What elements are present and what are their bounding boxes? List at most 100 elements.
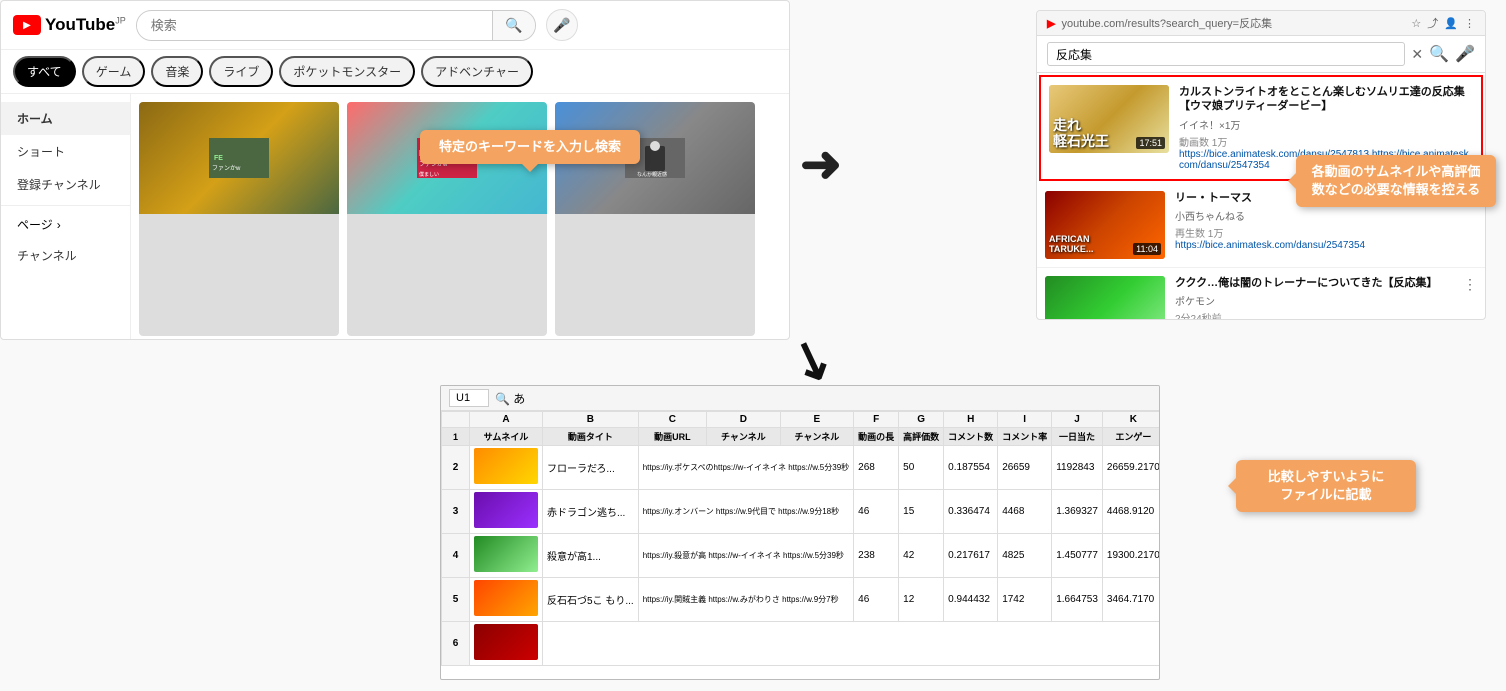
video-thumb-1[interactable]: FE ファンかw xyxy=(139,102,339,336)
row-2-thumb xyxy=(470,446,543,490)
col-e-header: E xyxy=(780,412,854,428)
tab-adventure[interactable]: アドベンチャー xyxy=(421,56,533,87)
yt-header: YouTubeJP 🔍 🎤 xyxy=(1,1,789,50)
row-2-val4: 1192843 xyxy=(1052,446,1103,490)
sr-search-input[interactable] xyxy=(1047,42,1405,66)
sr-result-title-3: ククク…俺は闇のトレーナーについてきた【反応集】 xyxy=(1175,276,1453,290)
spreadsheet-panel: 🔍 あ A B C D E F G H I J K L xyxy=(440,385,1160,680)
cell-ref-input[interactable] xyxy=(449,389,489,407)
col-i-label: コメント率 xyxy=(998,428,1052,446)
col-b-label: 動画タイト xyxy=(543,428,639,446)
bookmark-icon[interactable]: ☆ xyxy=(1411,17,1421,30)
row-4-thumb xyxy=(470,534,543,578)
row-4-val1: 42 xyxy=(899,534,944,578)
more-options-icon[interactable]: ⋮ xyxy=(1463,276,1477,293)
sidebar-item-page[interactable]: ページ › xyxy=(1,210,130,239)
col-g-label: 高評価数 xyxy=(899,428,944,446)
yt-favicon: ▶ xyxy=(1047,17,1055,30)
menu-icon[interactable]: ⋮ xyxy=(1464,17,1475,30)
sr-thumb-overlay-1: 走れ軽石光王 xyxy=(1053,118,1109,149)
tab-pokemon[interactable]: ポケットモンスター xyxy=(279,56,415,87)
yt-jp-suffix: JP xyxy=(115,15,126,25)
yt-body: ホーム ショート 登録チャンネル ページ › チャンネル FE ファンかw xyxy=(1,94,789,340)
row-6-thumb xyxy=(470,622,543,666)
search-icon[interactable]: 🔍 xyxy=(1429,44,1449,64)
video-thumbnail-1: FE ファンかw xyxy=(139,102,339,214)
yt-search-bar[interactable]: 🔍 xyxy=(136,10,536,41)
row-5-val4: 1.664753 xyxy=(1052,578,1103,622)
callout-info: 各動画のサムネイルや高評価数などの必要な情報を控える xyxy=(1296,155,1496,207)
svg-text:僕ましい: 僕ましい xyxy=(419,171,439,178)
svg-text:ファンかw: ファンかw xyxy=(212,165,241,172)
row-3-title: 赤ドラゴン逃ち... xyxy=(543,490,639,534)
thumb-mini-5 xyxy=(474,624,538,660)
col-h-label: コメント数 xyxy=(944,428,998,446)
col-d-header: D xyxy=(707,412,781,428)
tab-live[interactable]: ライブ xyxy=(209,56,273,87)
profile-icon[interactable]: 👤 xyxy=(1444,17,1458,30)
row-5-title: 反石石づ5こ もり... xyxy=(543,578,639,622)
sr-result-item-3[interactable]: ポケモント... ククク…俺は闇のトレーナーについてきた【反応集】 ポケモン 2… xyxy=(1037,268,1485,320)
data-header-row: 1 サムネイル 動画タイト 動画URL チャンネル チャンネル 動画の長 高評価… xyxy=(442,428,1160,446)
close-icon[interactable]: ✕ xyxy=(1411,46,1423,63)
sidebar-item-shorts[interactable]: ショート xyxy=(1,135,130,168)
mic-button[interactable]: 🎤 xyxy=(546,9,578,41)
row-4-title: 殺意が高1... xyxy=(543,534,639,578)
callout-info-text: 各動画のサムネイルや高評価数などの必要な情報を控える xyxy=(1312,164,1481,197)
col-k-label: エンゲー xyxy=(1102,428,1159,446)
sr-result-info-3: ククク…俺は闇のトレーナーについてきた【反応集】 ポケモン 2分24秒前 xyxy=(1175,276,1453,320)
row-3-duration: 46 xyxy=(854,490,899,534)
row-6-num: 6 xyxy=(442,622,470,666)
row-3-val3: 4468 xyxy=(998,490,1052,534)
address-bar: ▶ youtube.com/results?search_query=反応集 ☆… xyxy=(1037,11,1485,36)
sr-meta-1: 動画数 1万 xyxy=(1179,134,1473,149)
sidebar-page-label: ページ xyxy=(17,216,53,233)
search-input[interactable] xyxy=(137,12,493,39)
sr-search-bar: ✕ 🔍 🎤 xyxy=(1037,36,1485,73)
mic-icon[interactable]: 🎤 xyxy=(1455,44,1475,64)
sr-meta-2: 再生数 1万 xyxy=(1175,225,1477,240)
share-icon[interactable]: ⤴ xyxy=(1427,15,1438,31)
col-e-label: チャンネル xyxy=(780,428,854,446)
yt-logo-text: YouTubeJP xyxy=(45,15,126,35)
tab-all[interactable]: すべて xyxy=(13,56,76,87)
yt-sidebar: ホーム ショート 登録チャンネル ページ › チャンネル xyxy=(1,94,131,340)
search-button[interactable]: 🔍 xyxy=(492,11,534,40)
callout-search: 特定のキーワードを入力し検索 xyxy=(420,130,640,164)
col-a-label: サムネイル xyxy=(470,428,543,446)
row-5-num: 5 xyxy=(442,578,470,622)
ss-grid: A B C D E F G H I J K L M N O P Q xyxy=(441,411,1159,666)
sr-url-2: https://bice.animatesk.com/dansu/2547354 xyxy=(1175,240,1477,251)
table-row: 5 反石石づ5こ もり... https://iy.関賊主義 https://w… xyxy=(442,578,1160,622)
tab-music[interactable]: 音楽 xyxy=(151,56,203,87)
sidebar-item-subscriptions[interactable]: 登録チャンネル xyxy=(1,168,130,201)
row-5-val1: 12 xyxy=(899,578,944,622)
row-5-val2: 0.944432 xyxy=(944,578,998,622)
col-f-label: 動画の長 xyxy=(854,428,899,446)
table-row: 2 フローラだろ... https://iy.ポケスペのhttps://w-イイ… xyxy=(442,446,1160,490)
ss-toolbar: 🔍 あ xyxy=(441,386,1159,411)
col-h-header: H xyxy=(944,412,998,428)
col-g-header: G xyxy=(899,412,944,428)
sidebar-item-home[interactable]: ホーム xyxy=(1,102,130,135)
youtube-title: YouTube xyxy=(45,15,115,34)
yt-nav-tabs: すべて ゲーム 音楽 ライブ ポケットモンスター アドベンチャー xyxy=(1,50,789,94)
chevron-right-icon: › xyxy=(57,218,61,232)
sidebar-item-channel[interactable]: チャンネル xyxy=(1,239,130,272)
function-icon: 🔍 あ xyxy=(495,390,525,407)
sr-result-title-1: カルストンライトオをとことん楽しむソムリエ達の反応集【ウマ娘プリティーダービー】 xyxy=(1179,85,1473,114)
sr-channel-1: イイネ！×1万 xyxy=(1179,117,1473,132)
row-5-val3: 1742 xyxy=(998,578,1052,622)
table-row: 3 赤ドラゴン逃ち... https://iy.オンバーン https://w.… xyxy=(442,490,1160,534)
row-2-num: 2 xyxy=(442,446,470,490)
sr-channel-3: ポケモン xyxy=(1175,293,1453,308)
sr-thumbnail-2: AFRICANTARUKE... 11:04 xyxy=(1045,191,1165,259)
row-2-duration: 268 xyxy=(854,446,899,490)
row-4-val5: 19300.2170 xyxy=(1102,534,1159,578)
tab-game[interactable]: ゲーム xyxy=(82,56,146,87)
col-header-row: A B C D E F G H I J K L M N O P Q xyxy=(442,412,1160,428)
sr-thumbnail-1: 走れ軽石光王 17:51 xyxy=(1049,85,1169,153)
row-3-val4: 1.369327 xyxy=(1052,490,1103,534)
row-2-val5: 26659.2170 xyxy=(1102,446,1159,490)
row-2-title: フローラだろ... xyxy=(543,446,639,490)
